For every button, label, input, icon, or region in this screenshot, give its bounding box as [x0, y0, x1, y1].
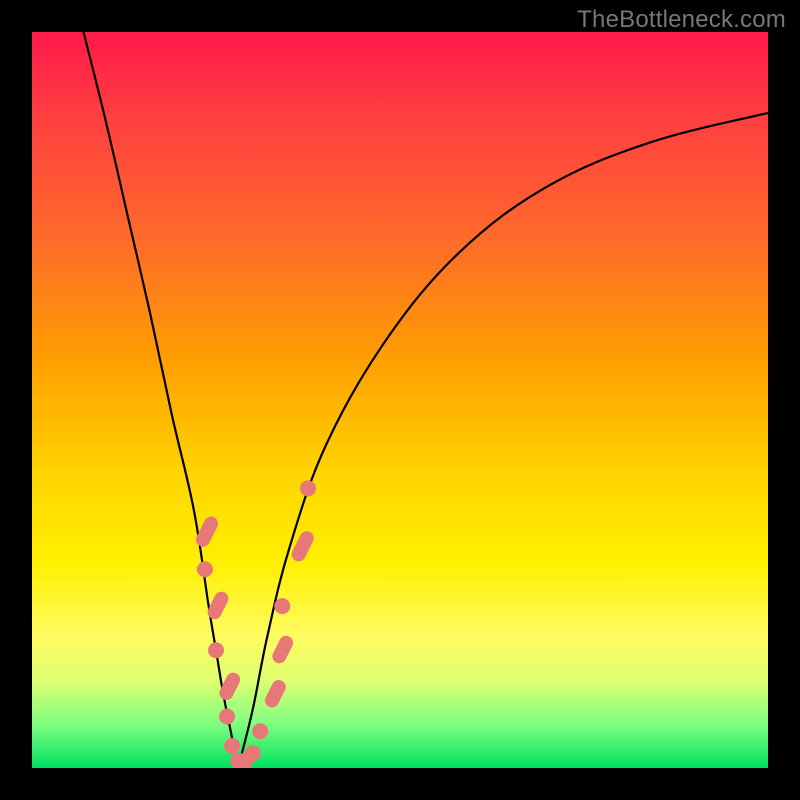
- data-marker: [270, 633, 295, 665]
- data-marker: [219, 708, 235, 724]
- chart-svg: [32, 32, 768, 768]
- data-marker: [300, 480, 316, 496]
- chart-container: TheBottleneck.com: [0, 0, 800, 800]
- data-marker: [197, 561, 213, 577]
- watermark-text: TheBottleneck.com: [577, 6, 786, 34]
- data-marker: [263, 678, 288, 710]
- plot-area: [32, 32, 768, 768]
- right-curve-line: [238, 113, 768, 768]
- data-marker: [245, 745, 261, 761]
- data-marker: [274, 598, 290, 614]
- data-marker: [252, 723, 268, 739]
- data-marker: [208, 642, 224, 658]
- data-marker: [224, 738, 240, 754]
